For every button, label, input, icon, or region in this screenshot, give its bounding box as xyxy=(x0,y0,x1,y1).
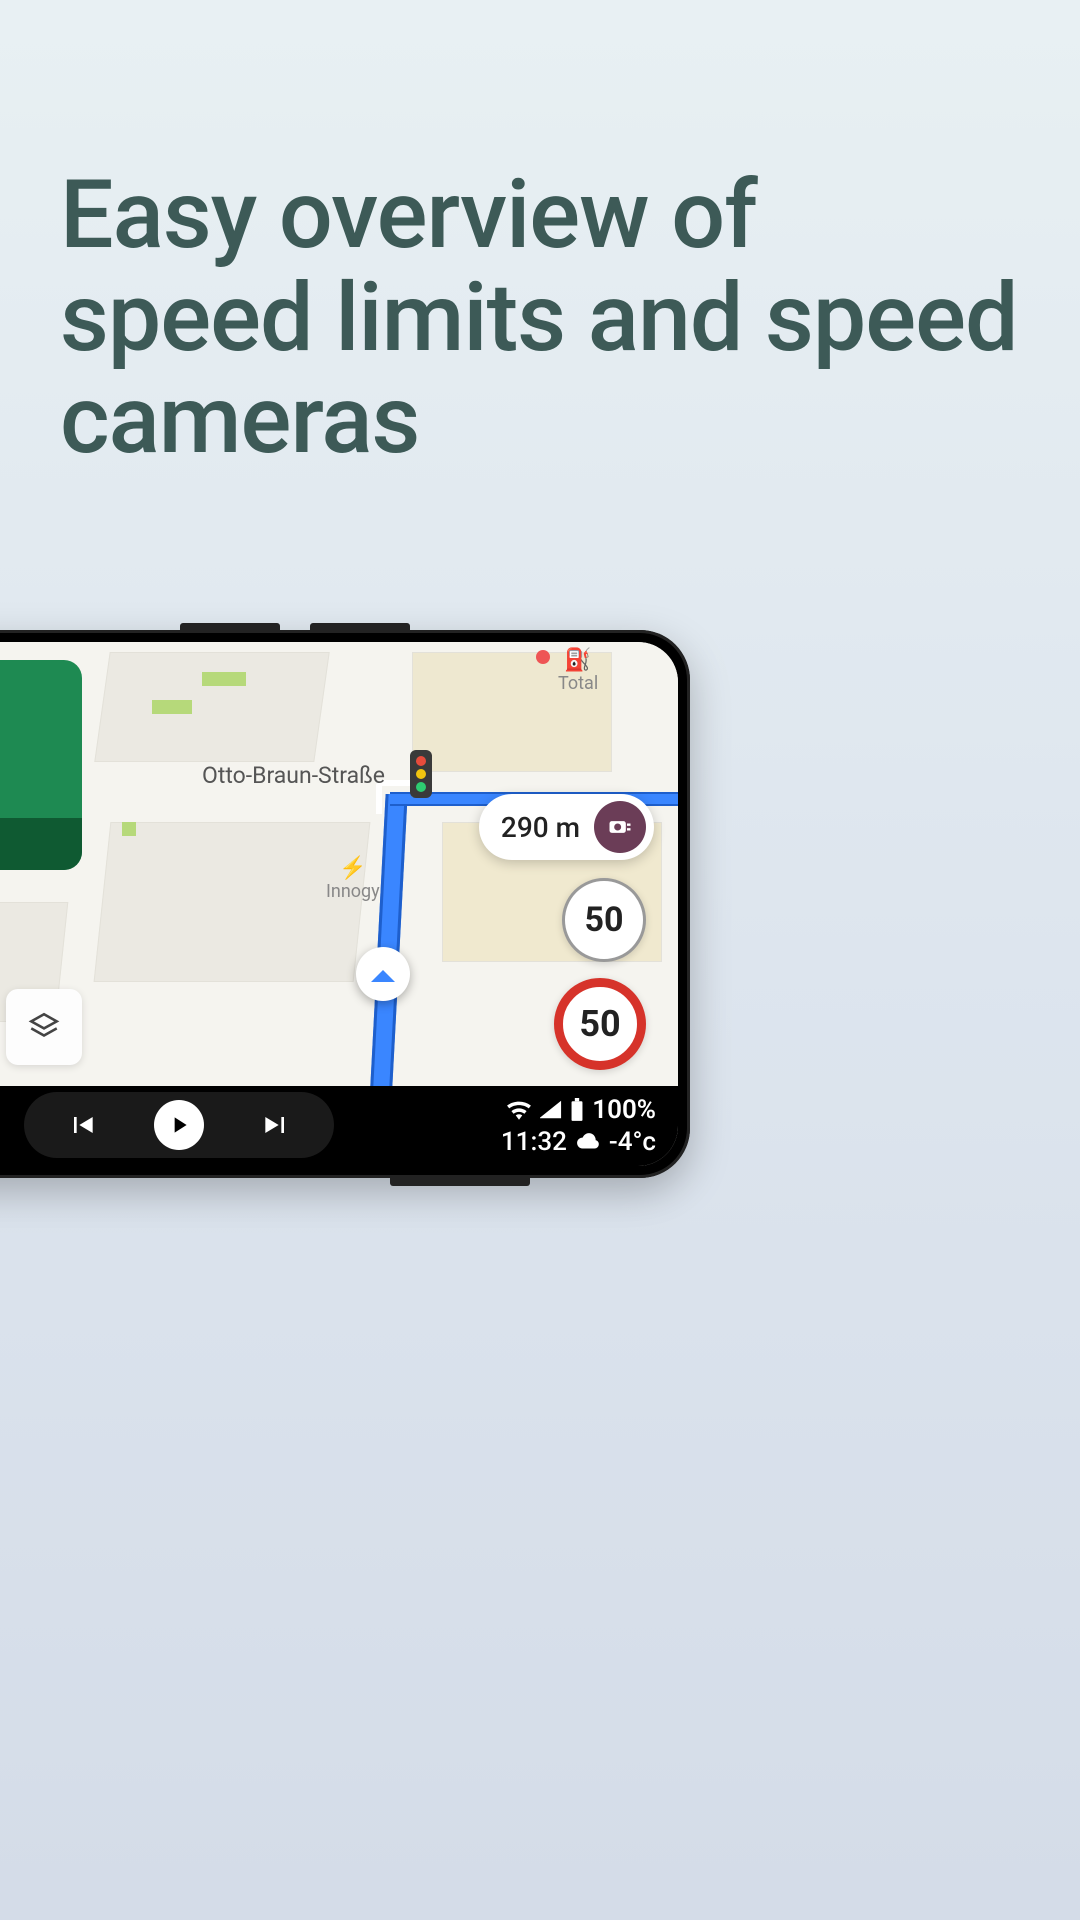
poi-gas-station[interactable]: ⛽ Total xyxy=(558,648,598,694)
cloud-icon xyxy=(575,1132,601,1152)
current-position-marker[interactable] xyxy=(356,947,410,1001)
media-controls xyxy=(24,1092,334,1158)
clock-time: 11:32 xyxy=(501,1127,567,1157)
poi-marker-icon xyxy=(536,650,550,664)
status-bar: 100% 11:32 -4°c xyxy=(501,1086,656,1166)
camera-distance: 290 m xyxy=(501,811,580,844)
map-layers-button[interactable] xyxy=(6,989,82,1065)
poi-label: Total xyxy=(558,673,598,694)
street-label: Otto-Braun-Straße xyxy=(202,762,385,789)
system-bottom-bar: 100% 11:32 -4°c xyxy=(0,1086,678,1166)
layers-icon xyxy=(27,1010,61,1044)
navigation-instruction-card[interactable] xyxy=(0,660,82,870)
route-line xyxy=(370,794,407,1086)
previous-track-icon xyxy=(66,1109,98,1141)
poi-label: Innogy xyxy=(326,881,380,902)
current-speed-limit: 50 xyxy=(554,978,646,1070)
upcoming-speed-limit: 50 xyxy=(562,878,646,962)
map-view[interactable]: Otto-Braun-Straße ⚡ Innogy ⛽ Total xyxy=(0,642,678,1086)
speed-camera-icon xyxy=(594,801,646,853)
wifi-icon xyxy=(506,1100,532,1120)
play-icon xyxy=(166,1112,192,1138)
play-button[interactable] xyxy=(154,1100,204,1150)
cellular-icon xyxy=(540,1100,562,1120)
battery-icon xyxy=(570,1098,584,1122)
next-track-button[interactable] xyxy=(260,1109,292,1141)
temperature: -4°c xyxy=(609,1127,656,1157)
phone-screen: Otto-Braun-Straße ⚡ Innogy ⛽ Total xyxy=(0,642,678,1166)
phone-frame: Otto-Braun-Straße ⚡ Innogy ⛽ Total xyxy=(0,630,690,1178)
battery-percentage: 100% xyxy=(592,1095,656,1125)
previous-track-button[interactable] xyxy=(66,1109,98,1141)
speed-camera-alert[interactable]: 290 m xyxy=(479,794,654,860)
traffic-light-icon xyxy=(410,750,432,798)
marketing-headline: Easy overview of speed limits and speed … xyxy=(60,165,1020,473)
ev-station-icon: ⚡ xyxy=(326,856,380,881)
gas-station-icon: ⛽ xyxy=(558,648,598,673)
next-track-icon xyxy=(260,1109,292,1141)
poi-ev-station[interactable]: ⚡ Innogy xyxy=(326,856,380,902)
